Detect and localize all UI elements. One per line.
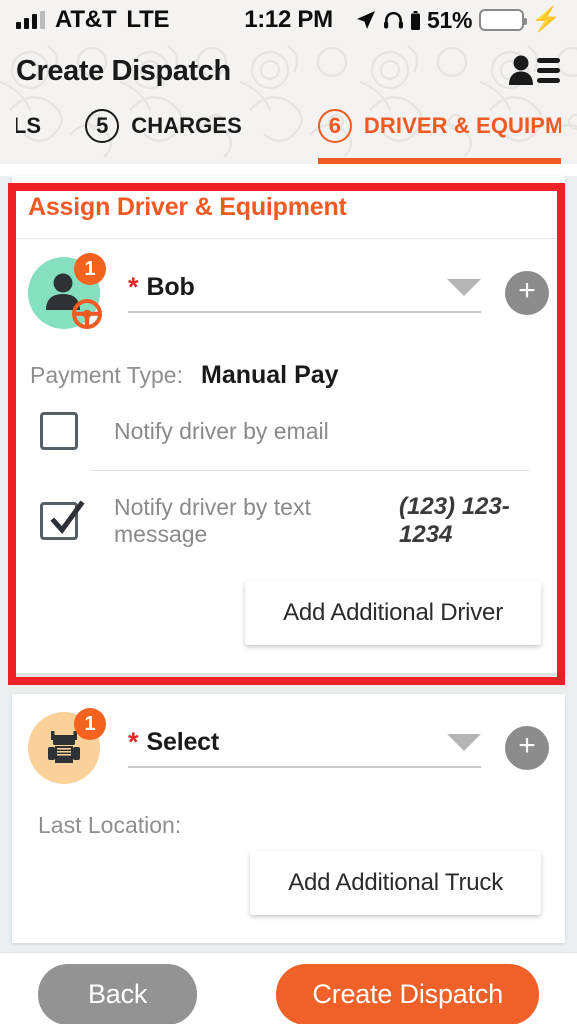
tab-details-label: ETAILS <box>16 113 42 138</box>
user-menu-icon[interactable] <box>507 54 561 88</box>
page-body: Assign Driver & Equipment 1 * Bob + Paym… <box>0 176 577 1024</box>
truck-select-row: 1 * Select + <box>12 694 565 794</box>
truck-avatar: 1 <box>28 708 106 784</box>
tab-driver-equipment-label: DRIVER & EQUIPM <box>363 113 561 138</box>
notify-text-checkbox[interactable] <box>40 500 85 540</box>
driver-card-bottom-divider <box>12 673 565 674</box>
assign-truck-card: 1 * Select + Last Location: Add Addition… <box>12 694 565 943</box>
add-additional-driver-button[interactable]: Add Additional Driver <box>245 581 541 645</box>
battery-percent-label: 51% <box>426 6 473 33</box>
status-bar-left: AT&T LTE <box>16 6 170 34</box>
notify-email-checkbox[interactable] <box>40 412 78 450</box>
header-title-row: Create Dispatch <box>16 40 561 102</box>
battery-icon <box>479 9 528 31</box>
footer-actions: Back Create Dispatch <box>0 952 577 1024</box>
device-battery-icon <box>410 10 420 30</box>
tab-driver-equipment[interactable]: 6 DRIVER & EQUIPM <box>317 102 561 164</box>
truck-select-value: Select <box>146 728 220 756</box>
headphones-icon <box>383 12 403 29</box>
checkmark-icon <box>50 500 85 534</box>
app-header: Create Dispatch ETAILS 5 CHARGES 6 DRI <box>0 40 577 164</box>
chevron-down-icon[interactable] <box>447 279 481 296</box>
add-truck-button-row: Add Additional Truck <box>12 839 565 943</box>
notify-email-label: Notify driver by email <box>114 417 329 444</box>
driver-select-field[interactable]: * Bob <box>128 273 481 313</box>
lightning-bolt-icon: ⚡ <box>531 6 561 33</box>
driver-select-row: 1 * Bob + <box>12 239 565 339</box>
back-button[interactable]: Back <box>38 964 198 1024</box>
payment-type-row: Payment Type: Manual Pay <box>12 339 565 390</box>
truck-count-badge: 1 <box>74 708 106 740</box>
carrier-label: AT&T <box>55 6 117 33</box>
status-bar: AT&T LTE 1:12 PM 51% ⚡ <box>0 0 577 40</box>
notify-text-row[interactable]: Notify driver by text message (123) 123-… <box>12 471 565 569</box>
tab-charges-label: CHARGES <box>131 113 242 138</box>
required-indicator: * <box>128 272 139 302</box>
payment-type-label: Payment Type: <box>30 362 183 388</box>
truck-select-field[interactable]: * Select <box>128 728 481 768</box>
section-title: Assign Driver & Equipment <box>28 193 347 221</box>
tab-driver-equipment-number: 6 <box>317 109 352 143</box>
network-label: LTE <box>126 6 170 33</box>
driver-count-badge: 1 <box>74 253 106 285</box>
payment-type-value: Manual Pay <box>201 361 339 389</box>
add-additional-truck-button[interactable]: Add Additional Truck <box>250 851 541 915</box>
signal-bars-icon <box>16 10 45 29</box>
add-driver-button-row: Add Additional Driver <box>12 569 565 673</box>
notify-email-row[interactable]: Notify driver by email <box>12 390 565 470</box>
required-indicator: * <box>128 727 139 757</box>
step-tabs[interactable]: ETAILS 5 CHARGES 6 DRIVER & EQUIPM <box>16 102 561 164</box>
chevron-down-icon[interactable] <box>447 734 481 751</box>
notify-text-label: Notify driver by text message <box>114 494 311 547</box>
status-bar-right: 51% ⚡ <box>356 7 561 34</box>
page-title: Create Dispatch <box>16 54 231 87</box>
driver-name-value: Bob <box>146 273 195 301</box>
add-driver-plus-button[interactable]: + <box>505 271 549 315</box>
active-tab-underline <box>317 158 561 164</box>
location-arrow-icon <box>356 11 375 29</box>
driver-avatar: 1 <box>28 253 106 329</box>
last-location-label: Last Location: <box>38 812 182 838</box>
assign-driver-card: Assign Driver & Equipment 1 * Bob + Paym… <box>12 176 565 674</box>
steering-wheel-icon <box>72 299 102 329</box>
tab-details[interactable]: ETAILS <box>16 102 45 164</box>
add-truck-plus-button[interactable]: + <box>505 726 549 770</box>
create-dispatch-button[interactable]: Create Dispatch <box>276 964 539 1024</box>
driver-phone-number: (123) 123-1234 <box>399 493 510 548</box>
tab-charges-number: 5 <box>85 109 120 143</box>
tab-charges[interactable]: 5 CHARGES <box>85 102 246 164</box>
